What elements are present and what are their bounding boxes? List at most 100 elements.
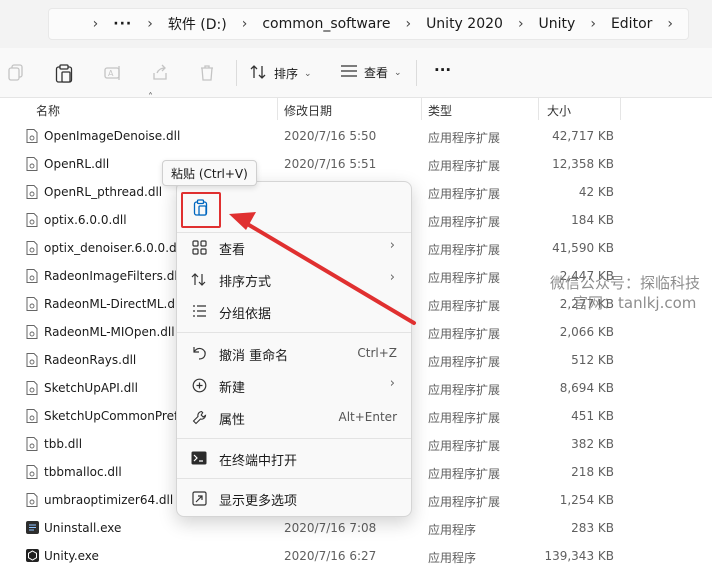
menu-item-shortcut: Ctrl+Z <box>357 346 397 360</box>
dll-file-icon <box>26 241 38 255</box>
chevron-right-icon[interactable]: › <box>518 16 524 32</box>
menu-item-new[interactable]: 新建 › <box>177 370 411 400</box>
breadcrumb-drive[interactable]: 软件 (D:) <box>168 14 227 34</box>
file-type: 应用程序扩展 <box>428 439 501 453</box>
file-size: 12,358 KB <box>552 157 614 171</box>
paste-icon[interactable] <box>55 64 73 83</box>
file-row[interactable]: OpenImageDenoise.dll 2020/7/16 5:50 应用程序扩展… <box>0 122 712 150</box>
chevron-right-icon[interactable]: › <box>93 16 99 32</box>
chevron-right-icon: › <box>389 376 395 391</box>
view-label: 查看 <box>364 66 389 80</box>
breadcrumb-unity-2020[interactable]: Unity 2020 <box>426 16 503 32</box>
column-divider[interactable] <box>421 98 422 120</box>
chevron-right-icon[interactable]: › <box>242 16 248 32</box>
file-size: 8,694 KB <box>559 381 614 395</box>
dll-file-icon <box>26 269 38 283</box>
menu-item-sort-by[interactable]: 排序方式 › <box>177 264 411 294</box>
paste-button[interactable] <box>181 192 221 228</box>
file-name: optix_denoiser.6.0.0.dll <box>44 241 184 255</box>
column-size[interactable]: 大小 <box>547 102 571 119</box>
file-type: 应用程序扩展 <box>428 467 501 481</box>
menu-item-view[interactable]: 查看 › <box>177 232 411 262</box>
paste-tooltip: 粘贴 (Ctrl+V) <box>162 160 257 186</box>
breadcrumb-common-software[interactable]: common_software <box>262 16 390 32</box>
column-divider[interactable] <box>277 98 278 120</box>
file-name: OpenRL.dll <box>44 157 110 171</box>
dll-file-icon <box>26 185 38 199</box>
sort-ascending-icon: ˄ <box>148 92 153 103</box>
file-name: OpenImageDenoise.dll <box>44 129 181 143</box>
menu-divider <box>177 438 411 439</box>
file-name: SketchUpAPI.dll <box>44 381 138 395</box>
column-divider[interactable] <box>538 98 539 120</box>
more-options-button[interactable]: ··· <box>434 61 451 79</box>
file-name: OpenRL_pthread.dll <box>44 185 163 199</box>
file-type: 应用程序扩展 <box>428 131 501 145</box>
menu-item-label: 撤消 重命名 <box>219 349 289 364</box>
file-name: RadeonML-DirectML.dll <box>44 297 182 311</box>
overflow-crumbs-button[interactable]: ··· <box>113 16 132 32</box>
file-name: RadeonImageFilters.dll <box>44 269 182 283</box>
exe-file-icon <box>26 521 39 535</box>
menu-item-group-by[interactable]: 分组依据 <box>177 296 411 326</box>
toolbar-divider <box>416 60 417 86</box>
file-size: 139,343 KB <box>544 549 614 563</box>
group-list-icon <box>191 303 207 319</box>
sort-icon <box>250 64 268 83</box>
column-date[interactable]: 修改日期 <box>284 102 332 119</box>
view-button[interactable]: 查看 ⌄ <box>340 64 402 81</box>
file-name: tbb.dll <box>44 437 83 451</box>
share-icon[interactable] <box>151 64 169 82</box>
chevron-right-icon: › <box>389 270 395 285</box>
file-type: 应用程序 <box>428 523 477 537</box>
menu-item-undo-rename[interactable]: 撤消 重命名 Ctrl+Z <box>177 338 411 368</box>
dll-file-icon <box>26 465 38 479</box>
menu-item-label: 查看 <box>219 243 246 258</box>
chevron-right-icon[interactable]: › <box>147 16 153 32</box>
breadcrumb-unity[interactable]: Unity <box>539 16 576 32</box>
file-date: 2020/7/16 7:08 <box>284 521 377 535</box>
chevron-right-icon[interactable]: › <box>667 16 673 32</box>
menu-item-open-in-terminal[interactable]: 在终端中打开 <box>177 443 411 473</box>
command-bar: A 排序 ⌄ 查看 ⌄ ··· <box>0 48 712 98</box>
menu-item-label: 在终端中打开 <box>219 454 298 469</box>
chevron-right-icon[interactable]: › <box>405 16 411 32</box>
file-size: 218 KB <box>571 465 614 479</box>
menu-item-label: 分组依据 <box>219 307 272 322</box>
column-header-row: ˄ 名称 修改日期 类型 大小 <box>0 92 712 120</box>
grid-view-icon <box>191 239 207 255</box>
chevron-down-icon: ⌄ <box>394 67 402 78</box>
dll-file-icon <box>26 493 38 507</box>
context-menu: 查看 › 排序方式 › 分组依据 撤消 重命名 Ctrl+Z 新建 › 属性 A <box>176 181 412 517</box>
column-divider[interactable] <box>620 98 621 120</box>
dll-file-icon <box>26 213 38 227</box>
terminal-icon <box>191 450 207 466</box>
file-date: 2020/7/16 5:51 <box>284 157 377 171</box>
file-type: 应用程序扩展 <box>428 271 501 285</box>
column-type[interactable]: 类型 <box>428 102 452 119</box>
view-list-icon <box>340 64 358 81</box>
menu-item-label: 属性 <box>219 413 246 428</box>
file-size: 42,717 KB <box>552 129 614 143</box>
address-bar[interactable]: › ··· › 软件 (D:) › common_software › Unit… <box>48 8 689 40</box>
file-name: umbraoptimizer64.dll <box>44 493 174 507</box>
watermark-line-1: 微信公众号：探临科技 <box>550 274 701 292</box>
new-plus-icon <box>191 377 207 393</box>
rename-icon[interactable]: A <box>104 64 122 82</box>
menu-item-shortcut: Alt+Enter <box>338 410 397 424</box>
undo-icon <box>191 345 207 361</box>
copy-icon[interactable] <box>8 64 26 82</box>
file-type: 应用程序扩展 <box>428 187 501 201</box>
menu-item-label: 排序方式 <box>219 275 272 290</box>
file-row[interactable]: Unity.exe 2020/7/16 6:27 应用程序 139,343 KB <box>0 542 712 570</box>
delete-icon[interactable] <box>199 64 217 82</box>
chevron-right-icon[interactable]: › <box>590 16 596 32</box>
file-row[interactable]: Uninstall.exe 2020/7/16 7:08 应用程序 283 KB <box>0 514 712 542</box>
menu-item-properties[interactable]: 属性 Alt+Enter <box>177 402 411 432</box>
column-name[interactable]: 名称 <box>36 102 60 119</box>
file-name: Uninstall.exe <box>44 521 122 535</box>
menu-item-show-more-options[interactable]: 显示更多选项 <box>177 483 411 513</box>
sort-button[interactable]: 排序 ⌄ <box>250 64 312 83</box>
file-row[interactable]: OpenRL.dll 2020/7/16 5:51 应用程序扩展 12,358 KB <box>0 150 712 178</box>
breadcrumb-editor[interactable]: Editor <box>611 16 652 32</box>
